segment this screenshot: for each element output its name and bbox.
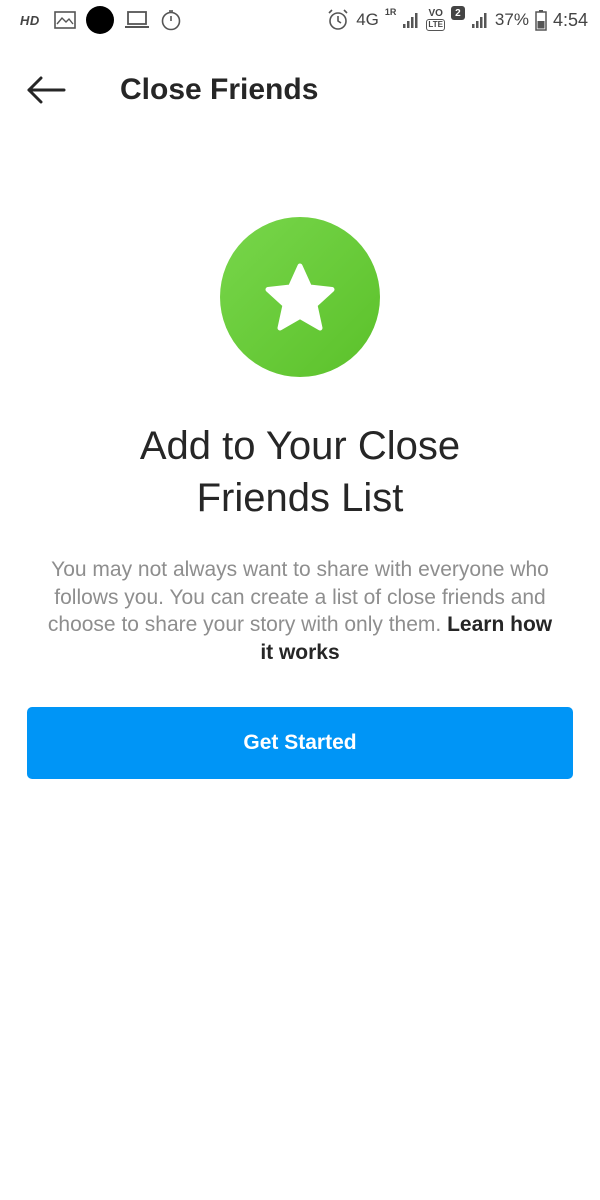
clock: 4:54 (552, 9, 588, 30)
close-friends-badge (220, 217, 380, 377)
laptop-icon (124, 10, 150, 30)
status-bar: HD 4G 1R VO LTE 2 37% 4:54 (0, 0, 600, 40)
intro-heading-line1: Add to Your Close (139, 424, 461, 468)
alarm-icon (326, 8, 350, 32)
header: Close Friends (0, 64, 600, 116)
intro-heading: Add to Your Close Friends List (60, 420, 540, 524)
gallery-icon (53, 11, 76, 29)
stopwatch-icon (160, 9, 182, 31)
lte-label: LTE (426, 19, 445, 31)
back-arrow-icon (27, 76, 66, 104)
page-title: Close Friends (120, 73, 319, 106)
intro-heading-line2: Friends List (196, 476, 404, 520)
battery-percent: 37% (494, 10, 529, 29)
roaming-label: 1R (384, 7, 397, 17)
status-bar-left: HD (20, 0, 182, 40)
close-friends-screen: HD 4G 1R VO LTE 2 37% 4:54 Close Friends… (0, 0, 600, 1200)
get-started-button[interactable]: Get Started (27, 707, 573, 779)
signal-icon (402, 11, 420, 29)
intro-description: You may not always want to share with ev… (40, 556, 560, 666)
volte-label: VO (428, 8, 443, 19)
star-icon (265, 263, 335, 331)
network-type-label: 4G (356, 10, 379, 29)
sim-badge: 2 (450, 6, 465, 20)
recording-dot-icon (85, 6, 114, 34)
hd-indicator: HD (20, 12, 40, 28)
signal-icon-sim2 (471, 11, 489, 29)
status-bar-right: 4G 1R VO LTE 2 37% 4:54 (326, 0, 588, 40)
back-button[interactable] (24, 72, 68, 108)
battery-icon (535, 9, 547, 31)
volte-icon: VO LTE (426, 9, 445, 31)
